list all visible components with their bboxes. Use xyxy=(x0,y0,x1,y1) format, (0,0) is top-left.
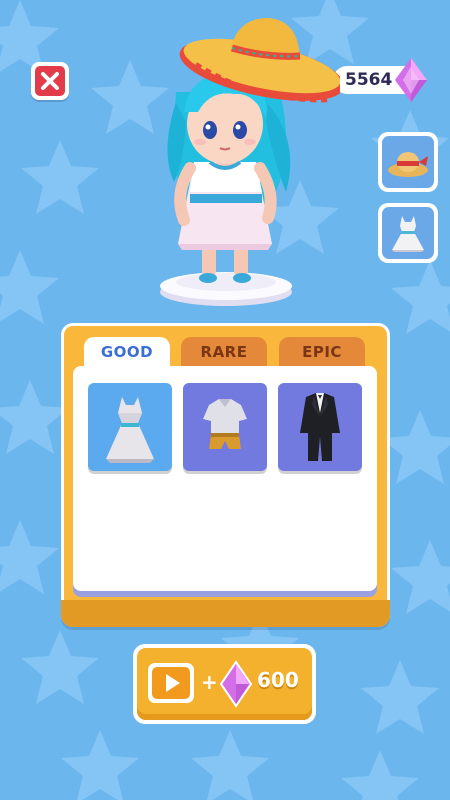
white-dress-icon xyxy=(106,397,154,463)
panel-shadow xyxy=(61,600,390,627)
item-black-suit[interactable] xyxy=(278,383,362,471)
black-suit-icon xyxy=(300,393,340,461)
close-button[interactable] xyxy=(31,62,69,100)
gem-icon xyxy=(395,58,427,102)
item-white-dress[interactable] xyxy=(88,383,172,471)
straw-hat-icon xyxy=(388,152,428,177)
plus-sign: + xyxy=(201,670,218,694)
dress-slot-button[interactable] xyxy=(378,203,438,263)
watch-ad-reward-button[interactable]: + 600 xyxy=(133,644,316,724)
gem-icon xyxy=(219,660,253,708)
close-icon xyxy=(41,72,59,90)
tab-epic[interactable]: EPIC xyxy=(279,337,365,367)
gem-count: 5564 xyxy=(345,70,393,90)
tab-good[interactable]: GOOD xyxy=(84,337,170,367)
video-ad-icon xyxy=(148,663,194,703)
tab-rare[interactable]: RARE xyxy=(181,337,267,367)
character-model xyxy=(160,18,340,306)
item-shirt-shorts[interactable] xyxy=(183,383,267,471)
shirt-shorts-icon xyxy=(203,399,247,449)
dress-icon xyxy=(392,216,424,252)
reward-amount: 600 xyxy=(257,668,299,692)
hat-slot-button[interactable] xyxy=(378,132,438,192)
